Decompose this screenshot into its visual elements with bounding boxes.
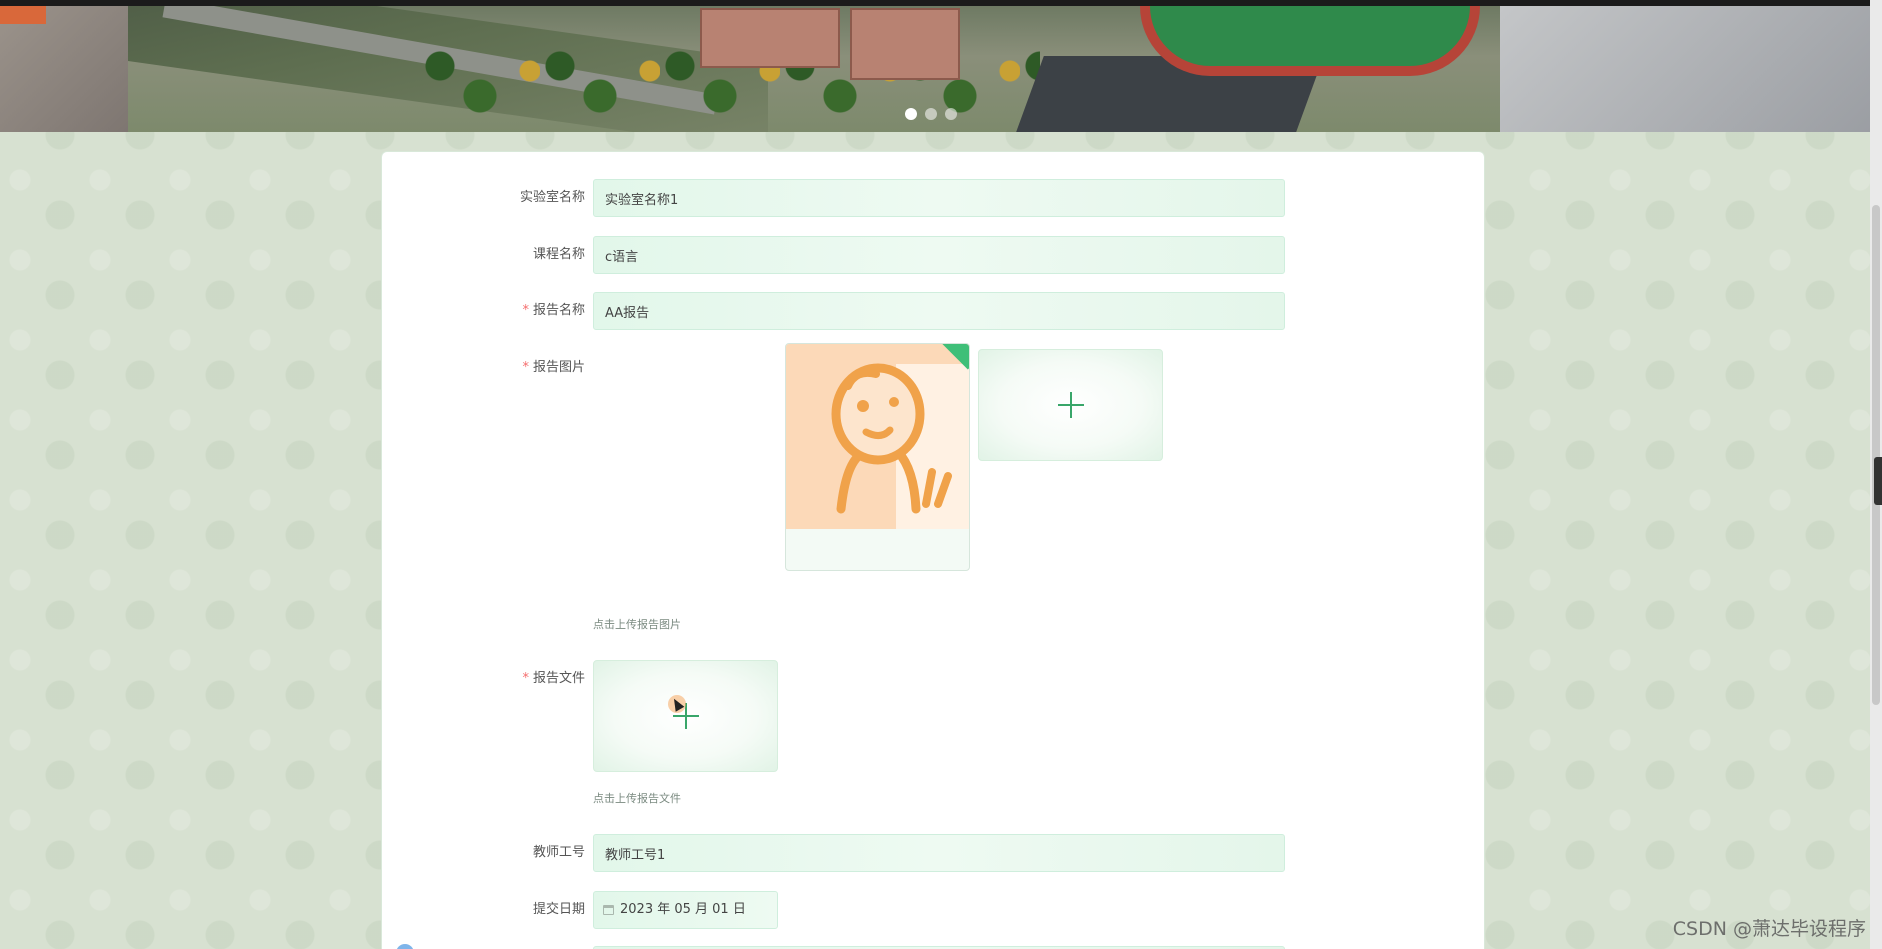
watermark: CSDN @萧达毕设程序 — [1672, 918, 1866, 940]
report-image-label: * 报告图片 — [382, 349, 585, 387]
submit-date-label-text: 提交日期 — [532, 902, 585, 917]
teacher-id-input[interactable] — [593, 834, 1285, 872]
report-file-hint: 点击上传报告文件 — [593, 792, 681, 805]
required-mark: * — [522, 303, 529, 318]
report-name-label: * 报告名称 — [382, 292, 585, 330]
carousel-indicators — [905, 108, 957, 120]
report-form-card: 实验室名称 课程名称 *报告名称 *报告图片 — [381, 151, 1485, 949]
submit-date-picker[interactable]: 2023 年 05 月 01 日 — [593, 891, 778, 929]
course-name-label: 课程名称 — [382, 236, 585, 274]
lab-name-input[interactable] — [593, 179, 1285, 217]
carousel-dot-2[interactable] — [925, 108, 937, 120]
calendar-icon — [603, 905, 614, 915]
plus-icon — [1057, 392, 1084, 418]
banner-building-right — [1500, 6, 1870, 132]
report-image-upload-button[interactable] — [978, 349, 1163, 461]
avatar-image — [786, 344, 969, 529]
lab-name-label: 实验室名称 — [382, 179, 585, 217]
report-name-input[interactable] — [593, 292, 1285, 330]
report-image-label-text: 报告图片 — [532, 360, 585, 375]
carousel-dot-3[interactable] — [945, 108, 957, 120]
report-file-label-text: 报告文件 — [532, 671, 585, 686]
report-file-label: * 报告文件 — [382, 660, 585, 698]
carousel-dot-1[interactable] — [905, 108, 917, 120]
banner-building — [700, 8, 840, 68]
submit-date-label: 提交日期 — [382, 891, 585, 929]
teacher-id-label-text: 教师工号 — [532, 845, 585, 860]
uploaded-image-thumbnail[interactable] — [785, 343, 970, 571]
course-name-label-text: 课程名称 — [532, 247, 585, 262]
banner-building — [850, 8, 960, 80]
avatar-illustration — [831, 363, 969, 529]
report-image-hint: 点击上传报告图片 — [593, 618, 681, 631]
course-name-input[interactable] — [593, 236, 1285, 274]
teacher-id-label: 教师工号 — [382, 834, 585, 872]
report-name-label-text: 报告名称 — [532, 303, 585, 318]
page-scrollbar[interactable] — [1870, 0, 1882, 949]
banner-sports-field — [1140, 6, 1480, 76]
banner-roof — [0, 6, 46, 24]
banner-building-left — [0, 6, 128, 132]
scrollbar-marker — [1874, 457, 1882, 505]
submit-date-value: 2023 年 05 月 01 日 — [620, 902, 746, 917]
required-mark: * — [522, 671, 529, 686]
lab-name-label-text: 实验室名称 — [519, 190, 585, 205]
required-mark: * — [522, 360, 529, 375]
report-file-upload-button[interactable] — [593, 660, 778, 772]
scrollbar-thumb[interactable] — [1872, 205, 1880, 705]
